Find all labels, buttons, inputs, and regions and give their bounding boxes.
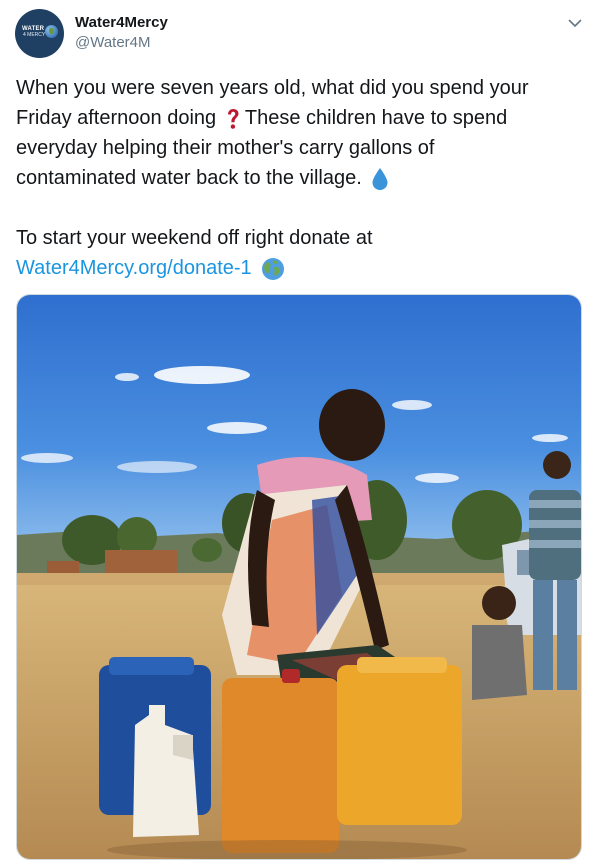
avatar-globe-icon <box>45 25 58 38</box>
user-handle[interactable]: @Water4M <box>75 33 151 53</box>
avatar[interactable]: WATER 4 MERCY <box>15 9 64 58</box>
tweet-card: WATER 4 MERCY Water4Mercy @Water4M When … <box>0 0 598 865</box>
tweet-photo[interactable] <box>16 294 582 860</box>
tweet-line-1: When you were seven years old, what did … <box>16 77 529 99</box>
avatar-text-line2: 4 MERCY <box>23 32 46 38</box>
tweet-line-6: Water4Mercy.org/donate-1 <box>16 253 588 283</box>
chevron-down-icon[interactable] <box>566 14 584 32</box>
tweet-line-2b-text: These children have to spend <box>244 107 508 129</box>
photo-children-water-jerrycans <box>17 295 581 859</box>
globe-icon <box>261 257 285 281</box>
tweet-line-3: everyday helping their mother's carry ga… <box>16 137 435 159</box>
question-mark-icon <box>226 108 240 130</box>
tweet-line-2: Friday afternoon doing These children ha… <box>16 103 588 133</box>
tweet-line-4: contaminated water back to the village. <box>16 163 588 193</box>
tweet-line-4-text: contaminated water back to the village. <box>16 167 362 189</box>
droplet-icon <box>371 167 389 191</box>
display-name[interactable]: Water4Mercy <box>75 13 168 33</box>
tweet-line-5: To start your weekend off right donate a… <box>16 227 373 249</box>
donate-link[interactable]: Water4Mercy.org/donate-1 <box>16 257 252 279</box>
tweet-line-2-text: Friday afternoon doing <box>16 107 217 129</box>
tweet-text: When you were seven years old, what did … <box>16 73 588 283</box>
